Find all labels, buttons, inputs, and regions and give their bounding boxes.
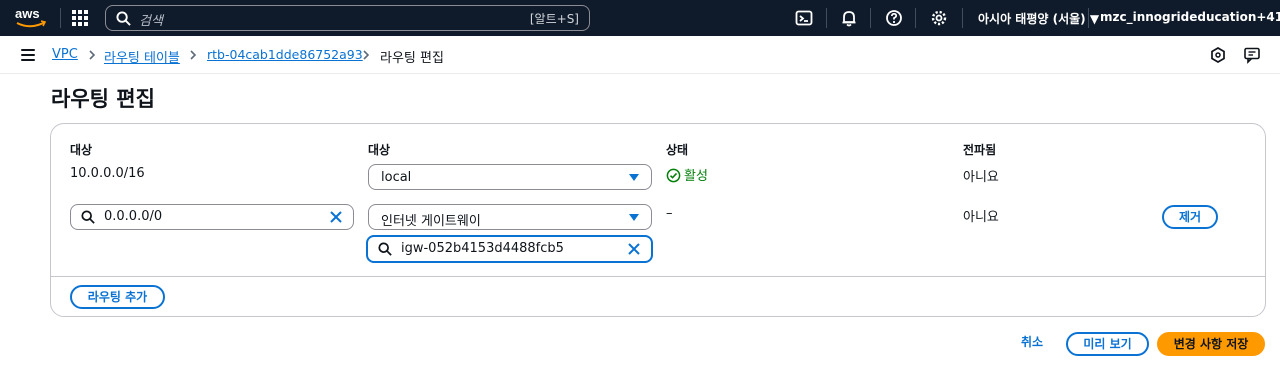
- page-title: 라우팅 편집: [51, 87, 155, 111]
- target-select[interactable]: local: [368, 164, 652, 190]
- chevron-right-icon: [190, 50, 197, 60]
- grid-icon[interactable]: [72, 10, 88, 26]
- nav-separator: [826, 8, 827, 28]
- nav-separator: [60, 8, 61, 28]
- breadcrumb-bar: VPC 라우팅 테이블 rtb-04cab1dde86752a93 라우팅 편집: [0, 36, 1280, 74]
- target-select-value: 인터넷 게이트웨이: [381, 214, 481, 229]
- breadcrumb-route-tables[interactable]: 라우팅 테이블: [104, 47, 180, 66]
- aws-logo[interactable]: aws: [14, 5, 48, 31]
- routes-panel: 대상 대상 상태 전파됨 10.0.0.0/16 local 활성 아니요 0.…: [50, 123, 1266, 317]
- chevron-right-icon: [363, 50, 370, 60]
- nav-separator: [1088, 8, 1089, 28]
- bell-icon[interactable]: [840, 9, 858, 27]
- clear-icon[interactable]: [627, 242, 641, 256]
- nav-separator: [962, 8, 963, 28]
- nav-separator: [870, 8, 871, 28]
- target-select[interactable]: 인터넷 게이트웨이: [368, 204, 652, 230]
- column-header-destination: 대상: [70, 143, 93, 157]
- save-changes-button[interactable]: 변경 사항 저장: [1157, 332, 1265, 356]
- column-header-propagated: 전파됨: [963, 143, 997, 157]
- target-id-input[interactable]: igw-052b4153d4488fcb5: [366, 235, 653, 263]
- column-header-target: 대상: [368, 143, 391, 157]
- column-header-status: 상태: [666, 143, 689, 157]
- global-search-input[interactable]: 검색 [알트+S]: [105, 5, 590, 31]
- caret-down-icon: [629, 214, 639, 221]
- remove-route-button[interactable]: 제거: [1162, 205, 1218, 229]
- route-propagated: 아니요: [963, 170, 999, 185]
- divider: [51, 276, 1265, 277]
- status-text: 활성: [684, 169, 708, 184]
- search-placeholder: 검색: [139, 14, 163, 29]
- target-select-value: local: [381, 170, 412, 185]
- feedback-icon[interactable]: [1243, 46, 1261, 64]
- menu-icon[interactable]: [21, 49, 35, 61]
- route-destination: 10.0.0.0/16: [70, 166, 145, 181]
- terminal-icon[interactable]: [795, 9, 813, 27]
- hexagon-icon[interactable]: [1209, 46, 1227, 64]
- breadcrumb-vpc[interactable]: VPC: [52, 47, 78, 62]
- route-propagated: 아니요: [963, 210, 999, 225]
- breadcrumb-current: 라우팅 편집: [380, 51, 444, 66]
- status-badge: 활성: [666, 165, 708, 184]
- preview-button[interactable]: 미리 보기: [1066, 332, 1149, 356]
- destination-input[interactable]: 0.0.0.0/0: [70, 204, 354, 230]
- destination-input-value: 0.0.0.0/0: [104, 209, 163, 224]
- search-shortcut: [알트+S]: [529, 12, 579, 26]
- region-selector[interactable]: 아시아 태평양 (서울) ▼: [978, 10, 1099, 27]
- caret-down-icon: [629, 174, 639, 181]
- check-circle-icon: [666, 168, 681, 183]
- route-status: –: [666, 206, 673, 221]
- nav-separator: [915, 8, 916, 28]
- top-navigation: aws 검색 [알트+S] 아시아 태평양 (서울) ▼ mzc_innogri…: [0, 0, 1280, 36]
- search-icon: [116, 11, 131, 26]
- account-menu[interactable]: mzc_innogrideducation+41 ▼: [1100, 10, 1280, 24]
- svg-text:aws: aws: [15, 6, 40, 21]
- help-icon[interactable]: [885, 9, 903, 27]
- target-id-value: igw-052b4153d4488fcb5: [401, 241, 564, 256]
- search-icon: [378, 242, 392, 256]
- gear-icon[interactable]: [930, 9, 948, 27]
- breadcrumb-route-table-id[interactable]: rtb-04cab1dde86752a93: [207, 47, 363, 62]
- add-route-button[interactable]: 라우팅 추가: [70, 285, 165, 309]
- chevron-right-icon: [89, 50, 96, 60]
- search-icon: [81, 210, 95, 224]
- cancel-button[interactable]: 취소: [1010, 332, 1054, 356]
- clear-icon[interactable]: [329, 210, 343, 224]
